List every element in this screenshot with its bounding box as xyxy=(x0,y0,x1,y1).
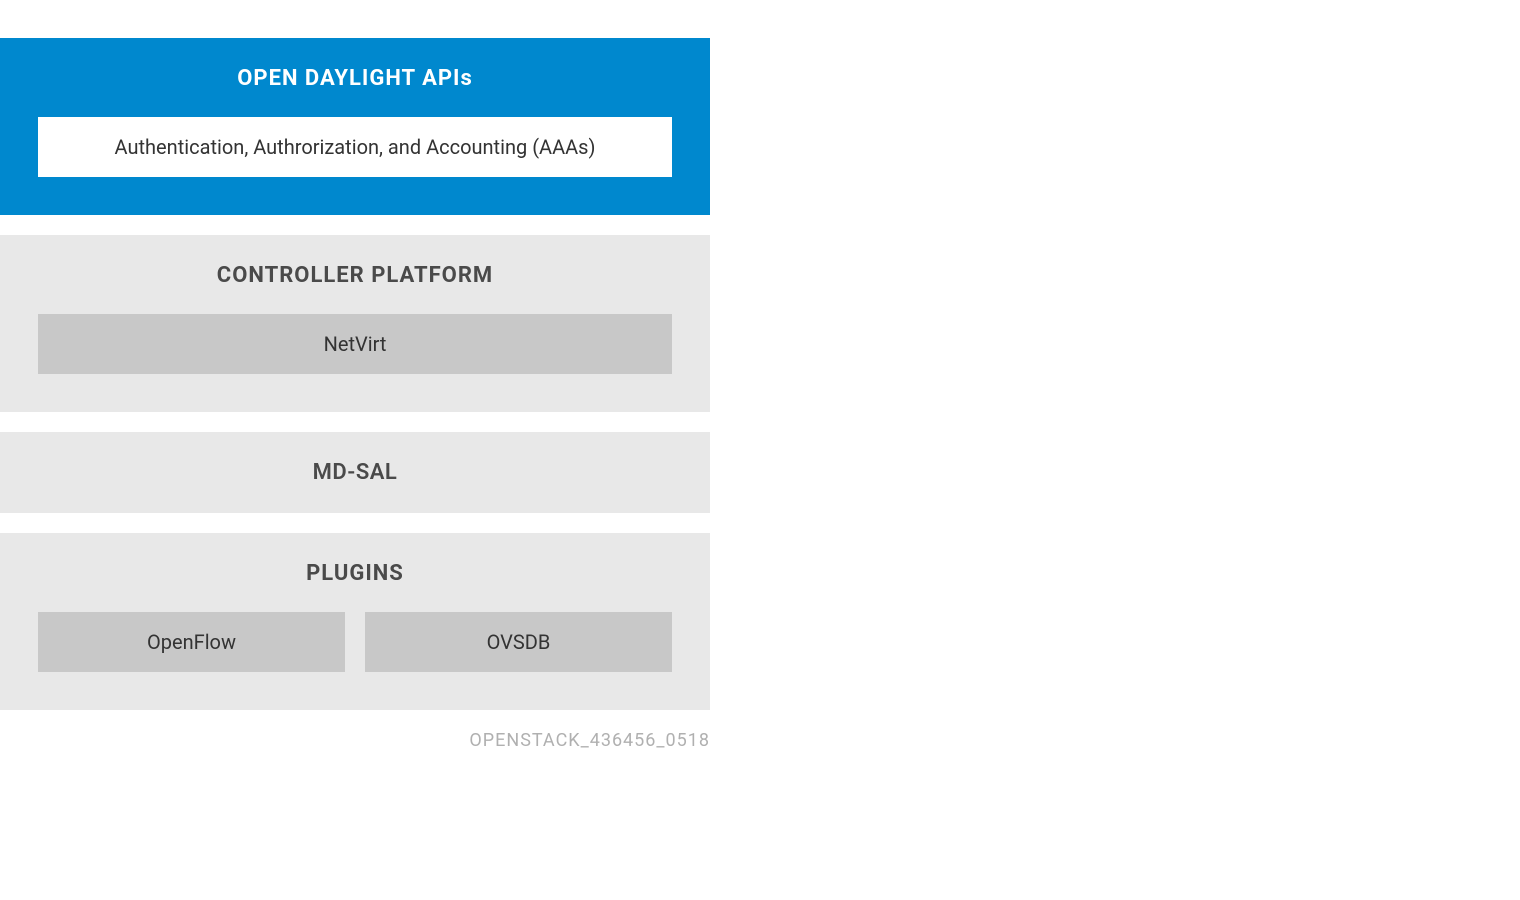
controller-layer: CONTROLLER PLATFORM NetVirt xyxy=(0,235,710,412)
mdsal-layer: MD-SAL xyxy=(0,432,710,513)
plugins-item-openflow: OpenFlow xyxy=(38,612,345,672)
apis-layer: OPEN DAYLIGHT APIs Authentication, Authr… xyxy=(0,38,710,215)
plugins-layer-title: PLUGINS xyxy=(38,561,672,586)
plugins-layer: PLUGINS OpenFlow OVSDB xyxy=(0,533,710,710)
plugins-row: OpenFlow OVSDB xyxy=(38,612,672,672)
plugins-item-ovsdb: OVSDB xyxy=(365,612,672,672)
diagram-container: OPEN DAYLIGHT APIs Authentication, Authr… xyxy=(0,38,710,710)
controller-layer-title: CONTROLLER PLATFORM xyxy=(38,263,672,288)
mdsal-layer-title: MD-SAL xyxy=(38,460,672,485)
footer-label: OPENSTACK_436456_0518 xyxy=(0,730,710,751)
apis-item-aaa: Authentication, Authrorization, and Acco… xyxy=(38,117,672,177)
controller-item-netvirt: NetVirt xyxy=(38,314,672,374)
apis-layer-title: OPEN DAYLIGHT APIs xyxy=(38,66,672,91)
